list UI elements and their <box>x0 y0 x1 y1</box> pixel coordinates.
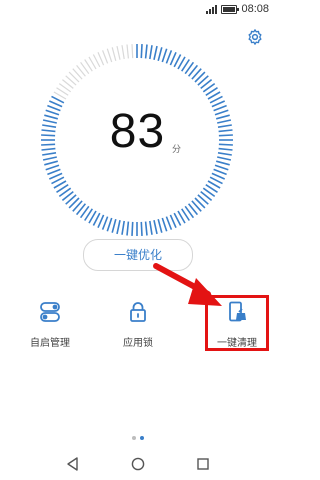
score-unit: 分 <box>172 145 182 155</box>
tool-label: 应用锁 <box>123 338 153 349</box>
lock-icon <box>130 302 146 322</box>
gauge-tick-filled <box>169 51 177 66</box>
gauge-tick-filled <box>161 217 168 232</box>
gauge-tick-empty <box>126 44 129 59</box>
gauge-tick-empty <box>121 45 125 60</box>
recents-button[interactable] <box>191 452 215 476</box>
gauge-tick-empty <box>131 44 134 59</box>
gauge-tick-filled <box>165 216 173 230</box>
back-triangle-icon <box>66 457 78 471</box>
home-button[interactable] <box>126 452 150 476</box>
gauge-tick-filled <box>153 220 158 235</box>
gauge-tick-filled <box>157 218 163 233</box>
gauge-tick-filled <box>126 221 130 236</box>
gauge-tick-filled <box>169 214 177 229</box>
gauge-tick-empty <box>116 45 121 60</box>
gauge-tick-filled <box>116 220 121 235</box>
gauge-tick-filled <box>144 221 148 236</box>
gauge-tick-filled <box>121 220 125 235</box>
gauge-tick-empty <box>97 52 105 66</box>
gauge-tick-empty <box>106 48 113 63</box>
gauge-tick-filled <box>213 168 227 176</box>
gauge-tick-filled <box>101 216 109 230</box>
gauge-tick-filled <box>140 221 143 236</box>
tool-auto-start[interactable]: 自启管理 <box>10 300 90 349</box>
gauge-tick-filled <box>161 48 168 63</box>
gauge-tick-filled <box>44 160 59 166</box>
gauge-tick-filled <box>47 168 61 176</box>
arrow-annotation <box>153 263 222 306</box>
home-circle-icon <box>131 457 144 471</box>
score-value: 83 <box>109 105 166 158</box>
gauge-tick-filled <box>131 221 134 236</box>
gauge-tick-filled <box>157 47 163 62</box>
gauge-tick-empty <box>102 50 109 64</box>
gauge-tick-filled <box>97 214 105 229</box>
gauge-tick-filled <box>106 217 113 232</box>
back-button[interactable] <box>61 452 85 476</box>
gauge-tick-filled <box>149 220 153 235</box>
gauge-tick-filled <box>215 160 230 166</box>
page-indicator <box>0 436 275 440</box>
gauge-tick-filled <box>140 44 143 59</box>
page-dot-active <box>139 436 144 440</box>
gauge-tick-filled <box>214 164 229 171</box>
page-dot <box>131 436 136 440</box>
navigation-bar <box>0 448 275 480</box>
gauge-tick-filled <box>144 44 148 59</box>
gauge-tick-filled <box>211 172 226 180</box>
gauge-tick-empty <box>111 47 117 61</box>
gauge-tick-filled <box>153 45 158 60</box>
gauge-tick-filled <box>48 172 63 180</box>
tool-label: 自启管理 <box>30 338 70 349</box>
gauge-tick-filled <box>111 218 117 233</box>
gauge-tick-filled <box>149 45 153 60</box>
recents-square-icon <box>196 458 209 470</box>
gauge-tick-filled <box>165 50 173 64</box>
toggle-icon <box>40 302 60 322</box>
gauge-tick-filled <box>45 164 60 171</box>
